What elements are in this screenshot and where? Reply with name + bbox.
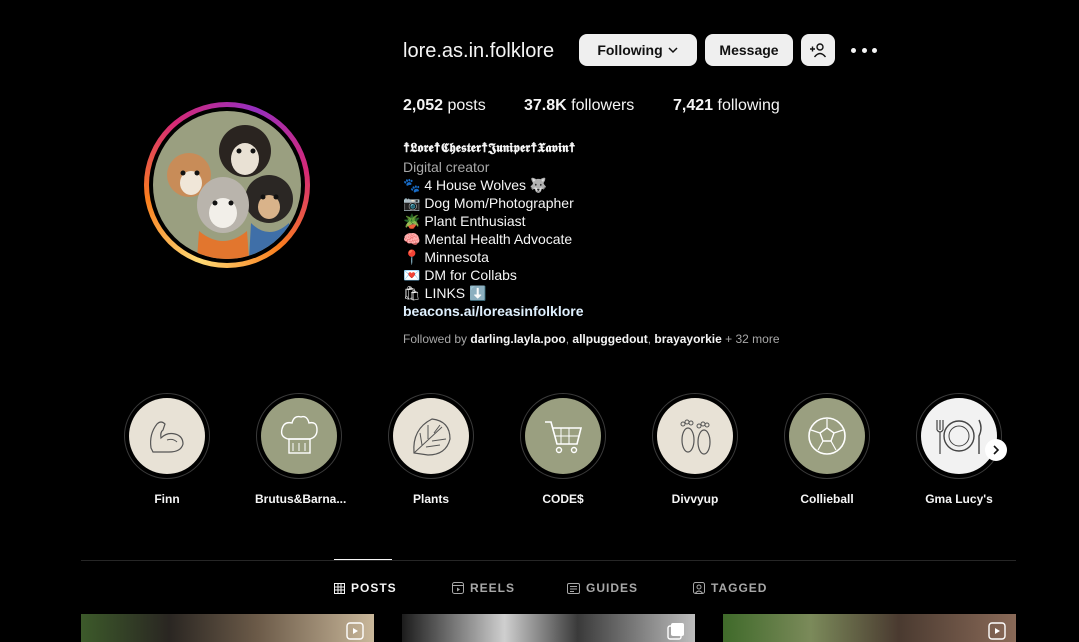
highlight-brutus-barna[interactable]: Brutus&Barna... — [255, 393, 347, 506]
footprints-icon — [680, 419, 711, 455]
tab-tagged[interactable]: TAGGED — [693, 581, 767, 595]
chevron-right-icon — [993, 445, 1000, 455]
highlight-divvyup[interactable]: Divvyup — [651, 393, 739, 506]
tab-reels[interactable]: REELS — [452, 581, 515, 595]
reel-badge-icon — [988, 622, 1006, 640]
following-button-label: Following — [597, 42, 663, 58]
chevron-down-icon — [668, 47, 678, 54]
following-count[interactable]: 7,421 following — [673, 97, 780, 115]
post-thumbnail[interactable] — [402, 614, 695, 642]
more-options-icon[interactable] — [851, 40, 877, 60]
suggested-accounts-button[interactable] — [801, 34, 835, 66]
highlight-label: Divvyup — [671, 492, 719, 506]
bio-line: 🛍 LINKS ⬇️ — [403, 285, 487, 301]
tab-posts[interactable]: POSTS — [334, 581, 397, 595]
profile-avatar[interactable] — [144, 102, 310, 268]
guides-icon — [567, 582, 580, 594]
highlight-label: Gma Lucy's — [925, 492, 993, 506]
tagged-icon — [693, 582, 705, 594]
highlight-plants[interactable]: Plants — [387, 393, 475, 506]
plate-cutlery-icon — [936, 419, 982, 454]
post-thumbnail[interactable] — [81, 614, 374, 642]
reels-icon — [452, 582, 464, 594]
bio-line: 📍 Minnesota — [403, 249, 489, 265]
bio-line: 💌 DM for Collabs — [403, 267, 517, 283]
post-thumbnail[interactable] — [723, 614, 1016, 642]
highlight-label: Plants — [412, 492, 449, 506]
highlight-label: Finn — [154, 492, 180, 506]
posts-count: 2,052 posts — [403, 97, 486, 114]
followed-by[interactable]: Followed by darling.layla.poo, allpugged… — [403, 332, 780, 346]
profile-category: Digital creator — [403, 159, 490, 175]
bio-external-link[interactable]: beacons.ai/loreasinfolklore — [403, 302, 584, 320]
highlights-next-button[interactable] — [985, 439, 1007, 461]
avatar-image — [153, 111, 301, 259]
highlight-collieball[interactable]: Collieball — [783, 393, 871, 506]
bio-line: 🧠 Mental Health Advocate — [403, 231, 573, 247]
carousel-badge-icon — [667, 623, 684, 640]
tabs-divider — [81, 560, 1016, 561]
grid-icon — [334, 582, 345, 594]
profile-display-name: ☨𝕷𝖔𝖗𝖊☨𝕮𝖍𝖊𝖘𝖙𝖊𝖗☨𝕵𝖚𝖓𝖎𝖕𝖊𝖗☨𝖃𝖆𝖛𝖎𝖓☨ — [403, 141, 576, 156]
profile-username: lore.as.in.folklore — [403, 40, 555, 62]
highlight-label: Collieball — [800, 492, 854, 506]
shopping-cart-icon — [545, 421, 583, 454]
highlight-finn[interactable]: Finn — [123, 393, 211, 506]
bio-line: 🐾 4 House Wolves 🐺 — [403, 177, 548, 193]
flexed-arm-icon — [150, 421, 184, 453]
highlight-label: CODE$ — [542, 492, 584, 506]
tab-guides[interactable]: GUIDES — [567, 581, 638, 595]
bio-line: 🪴 Plant Enthusiast — [403, 213, 526, 229]
add-person-icon — [810, 43, 827, 58]
profile-bio: ☨𝕷𝖔𝖗𝖊☨𝕮𝖍𝖊𝖘𝖙𝖊𝖗☨𝕵𝖚𝖓𝖎𝖕𝖊𝖗☨𝖃𝖆𝖛𝖎𝖓☨ Digital cre… — [403, 140, 584, 320]
reel-badge-icon — [346, 622, 364, 640]
highlight-codes[interactable]: CODE$ — [519, 393, 607, 506]
following-button[interactable]: Following — [579, 34, 697, 66]
soccer-ball-icon — [808, 417, 846, 455]
chef-hat-icon — [280, 415, 318, 454]
highlight-label: Brutus&Barna... — [255, 492, 347, 506]
followers-count[interactable]: 37.8K followers — [524, 97, 634, 115]
bio-line: 📷 Dog Mom/Photographer — [403, 195, 574, 211]
message-button[interactable]: Message — [705, 34, 793, 66]
monstera-leaf-icon — [413, 418, 451, 456]
active-tab-indicator — [334, 559, 392, 560]
